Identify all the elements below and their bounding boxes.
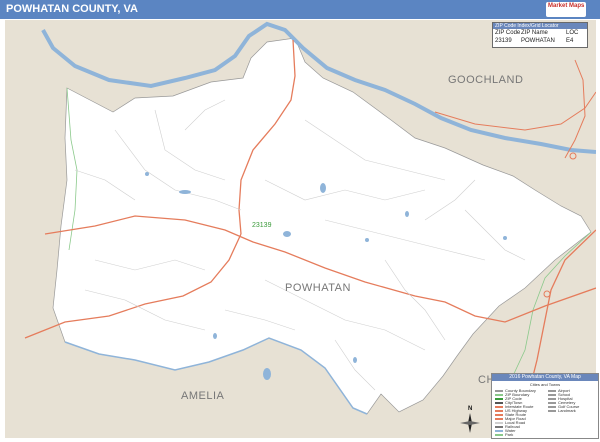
page-title-text: POWHATAN COUNTY, VA (6, 3, 138, 15)
legend-swatch (548, 393, 556, 396)
interchange-se (543, 290, 551, 298)
legend-swatch (495, 425, 503, 428)
legend-swatch (495, 401, 503, 404)
legend-swatch (548, 397, 556, 400)
brand-logo: Market Maps (546, 2, 586, 17)
brand-logo-text: Market Maps (548, 3, 585, 9)
legend-item-label: Landmark (558, 408, 576, 413)
route-northeast-2 (564, 59, 586, 159)
zip-cell-name: POWHATAN (521, 38, 555, 44)
zip-col-name: ZIP Name (521, 30, 548, 36)
legend-swatch (495, 433, 503, 436)
legend-swatch (495, 417, 503, 420)
table-row: 23139 POWHATAN E4 (493, 37, 587, 45)
map-frame: POWHATAN COUNTY, VA Market Maps GOOCHLAN… (0, 0, 600, 442)
legend-swatch (548, 389, 556, 392)
legend-swatch (495, 393, 503, 396)
legend-swatch (495, 413, 503, 416)
zip-cell-code: 23139 (495, 38, 512, 44)
zip-code-badge: 23139 (252, 222, 272, 229)
compass-rose: N (459, 406, 481, 434)
legend-swatch (495, 405, 503, 408)
legend-swatch (548, 401, 556, 404)
place-label-amelia: AMELIA (181, 390, 225, 402)
legend-swatch (548, 409, 556, 412)
page-title: POWHATAN COUNTY, VA Market Maps (0, 0, 600, 19)
zip-index-column-headers: ZIP Code ZIP Name LOC (493, 29, 587, 37)
zip-index-table: ZIP Code Index/Grid Locator ZIP Code ZIP… (492, 22, 588, 48)
zip-col-code: ZIP Code (495, 30, 521, 36)
legend-swatch (495, 429, 503, 432)
legend-swatch (495, 389, 503, 392)
legend-subtitle: Cities and Towns (529, 382, 561, 387)
legend-item-label: Park (505, 432, 514, 437)
legend-swatch (548, 405, 556, 408)
zip-col-loc: LOC (566, 30, 579, 36)
place-label-powhatan: POWHATAN (285, 282, 351, 294)
legend-swatch (495, 397, 503, 400)
map-legend: 2016 Powhatan County, VA Map Cities and … (491, 373, 599, 439)
legend-title: 2016 Powhatan County, VA Map (492, 374, 598, 381)
compass-icon (460, 413, 480, 433)
legend-item: Park (495, 433, 513, 437)
interchange-ne (569, 152, 577, 160)
legend-swatch (495, 409, 503, 412)
place-label-goochland: GOOCHLAND (448, 74, 524, 86)
compass-north-label: N (468, 406, 473, 412)
county-area (52, 37, 592, 415)
zip-cell-loc: E4 (566, 38, 574, 44)
legend-item: Landmark (548, 409, 576, 413)
legend-swatch (495, 421, 503, 424)
